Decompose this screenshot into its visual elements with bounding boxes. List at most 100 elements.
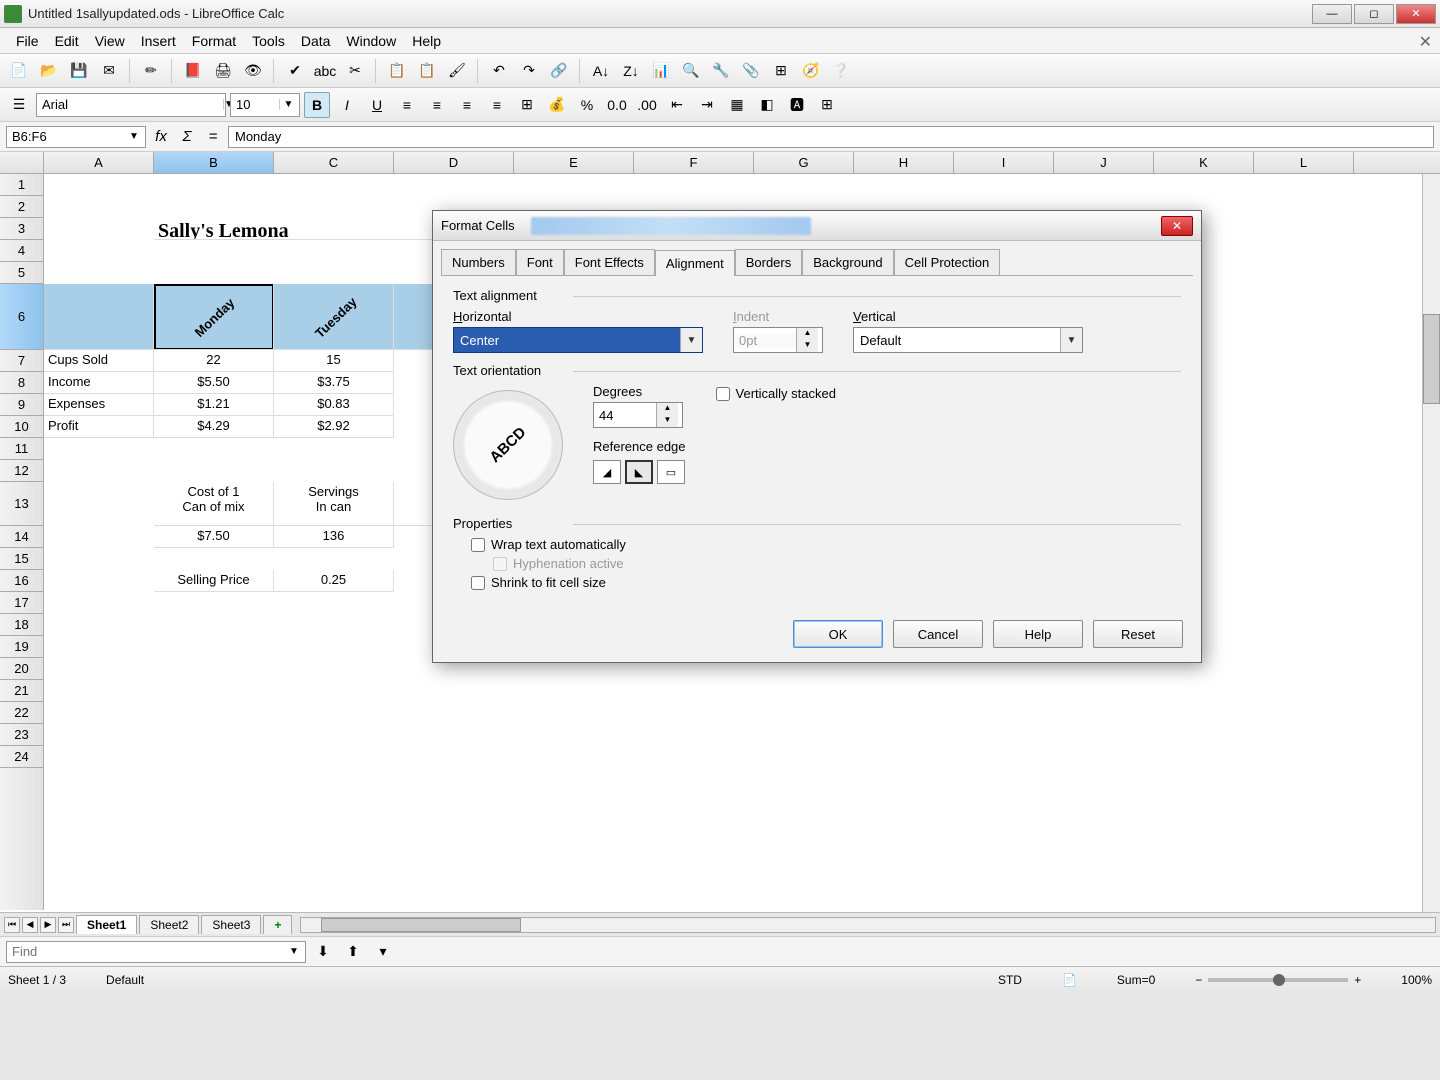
toolbar-button-13[interactable]: 🖌 xyxy=(444,58,470,84)
menu-edit[interactable]: Edit xyxy=(47,30,87,52)
format-button-6[interactable]: ≡ xyxy=(484,92,510,118)
font-size-dropdown[interactable]: ▼ xyxy=(279,99,297,110)
toolbar-button-2[interactable]: 💾 xyxy=(66,58,92,84)
toolbar-button-22[interactable]: 📎 xyxy=(738,58,764,84)
toolbar-button-24[interactable]: 🧭 xyxy=(798,58,824,84)
column-header-C[interactable]: C xyxy=(274,152,394,173)
dialog-tab-cell-protection[interactable]: Cell Protection xyxy=(894,249,1001,275)
column-header-K[interactable]: K xyxy=(1154,152,1254,173)
horizontal-select[interactable]: Center▼ xyxy=(453,327,703,353)
ref-edge-lower[interactable]: ◢ xyxy=(593,460,621,484)
format-button-2[interactable]: U xyxy=(364,92,390,118)
row-header-8[interactable]: 8 xyxy=(0,372,43,394)
column-header-A[interactable]: A xyxy=(44,152,154,173)
cell-C6[interactable]: Tuesday xyxy=(274,284,394,350)
last-sheet-button[interactable]: ⏭ xyxy=(58,917,74,933)
row-header-13[interactable]: 13 xyxy=(0,482,43,526)
toolbar-button-20[interactable]: 🔍 xyxy=(678,58,704,84)
column-header-E[interactable]: E xyxy=(514,152,634,173)
vertical-select[interactable]: Default▼ xyxy=(853,327,1083,353)
cell-C16[interactable]: 0.25 xyxy=(274,570,394,592)
row-header-9[interactable]: 9 xyxy=(0,394,43,416)
cancel-button[interactable]: Cancel xyxy=(893,620,983,648)
degrees-down[interactable]: ▼ xyxy=(657,415,678,427)
cell-A8[interactable]: Income xyxy=(44,372,154,394)
toolbar-button-16[interactable]: 🔗 xyxy=(546,58,572,84)
format-button-5[interactable]: ≡ xyxy=(454,92,480,118)
toolbar-button-15[interactable]: ↷ xyxy=(516,58,542,84)
format-button-7[interactable]: ⊞ xyxy=(514,92,540,118)
column-header-F[interactable]: F xyxy=(634,152,754,173)
sheet-tab-1[interactable]: Sheet1 xyxy=(76,915,137,934)
row-header-17[interactable]: 17 xyxy=(0,592,43,614)
toolbar-button-7[interactable]: 👁 xyxy=(240,58,266,84)
next-sheet-button[interactable]: ▶ xyxy=(40,917,56,933)
row-header-19[interactable]: 19 xyxy=(0,636,43,658)
column-header-J[interactable]: J xyxy=(1054,152,1154,173)
font-size-combo[interactable]: ▼ xyxy=(230,93,300,117)
font-name-combo[interactable]: ▼ xyxy=(36,93,226,117)
equals-button[interactable]: = xyxy=(202,126,224,148)
fx-button[interactable]: fx xyxy=(150,126,172,148)
format-button-11[interactable]: .00 xyxy=(634,92,660,118)
first-sheet-button[interactable]: ⏮ xyxy=(4,917,20,933)
row-header-12[interactable]: 12 xyxy=(0,460,43,482)
dialog-titlebar[interactable]: Format Cells ✕ xyxy=(433,211,1201,241)
row-header-14[interactable]: 14 xyxy=(0,526,43,548)
cell-reference-input[interactable] xyxy=(7,129,125,144)
format-button-12[interactable]: ⇤ xyxy=(664,92,690,118)
row-header-18[interactable]: 18 xyxy=(0,614,43,636)
status-zoom[interactable]: 100% xyxy=(1401,973,1432,987)
row-header-7[interactable]: 7 xyxy=(0,350,43,372)
vertical-scrollbar[interactable] xyxy=(1422,174,1440,912)
cell-A6[interactable] xyxy=(44,284,154,350)
cell-C14[interactable]: 136 xyxy=(274,526,394,548)
toolbar-button-6[interactable]: 🖨 xyxy=(210,58,236,84)
format-button-13[interactable]: ⇥ xyxy=(694,92,720,118)
menu-file[interactable]: File xyxy=(8,30,47,52)
row-header-4[interactable]: 4 xyxy=(0,240,43,262)
ref-edge-upper[interactable]: ◣ xyxy=(625,460,653,484)
help-button[interactable]: Help xyxy=(993,620,1083,648)
cell-C8[interactable]: $3.75 xyxy=(274,372,394,394)
column-header-D[interactable]: D xyxy=(394,152,514,173)
ref-edge-inside[interactable]: ▭ xyxy=(657,460,685,484)
cell-A9[interactable]: Expenses xyxy=(44,394,154,416)
column-header-H[interactable]: H xyxy=(854,152,954,173)
cell-reference-box[interactable]: ▼ xyxy=(6,126,146,148)
column-header-B[interactable]: B xyxy=(154,152,274,173)
row-header-5[interactable]: 5 xyxy=(0,262,43,284)
toolbar-button-10[interactable]: ✂ xyxy=(342,58,368,84)
find-dropdown[interactable]: ▼ xyxy=(285,946,303,957)
format-button-10[interactable]: 0.0 xyxy=(604,92,630,118)
toolbar-button-17[interactable]: A↓ xyxy=(588,58,614,84)
close-doc-button[interactable]: ✕ xyxy=(1419,32,1432,52)
degrees-up[interactable]: ▲ xyxy=(657,403,678,415)
dialog-tab-font[interactable]: Font xyxy=(516,249,564,275)
dialog-tab-font-effects[interactable]: Font Effects xyxy=(564,249,655,275)
dialog-tab-numbers[interactable]: Numbers xyxy=(441,249,516,275)
toolbar-button-25[interactable]: ❔ xyxy=(828,58,854,84)
cell-B7[interactable]: 22 xyxy=(154,350,274,372)
shrink-checkbox[interactable] xyxy=(471,576,485,590)
cell-B9[interactable]: $1.21 xyxy=(154,394,274,416)
menu-help[interactable]: Help xyxy=(404,30,449,52)
row-header-16[interactable]: 16 xyxy=(0,570,43,592)
close-button[interactable]: ✕ xyxy=(1396,4,1436,24)
format-button-9[interactable]: % xyxy=(574,92,600,118)
find-options-button[interactable]: ▾ xyxy=(370,939,396,965)
ok-button[interactable]: OK xyxy=(793,620,883,648)
toolbar-button-18[interactable]: Z↓ xyxy=(618,58,644,84)
cell-B14[interactable]: $7.50 xyxy=(154,526,274,548)
row-header-1[interactable]: 1 xyxy=(0,174,43,196)
toolbar-button-9[interactable]: abc xyxy=(312,58,338,84)
formula-input[interactable] xyxy=(228,126,1434,148)
toolbar-button-5[interactable]: 📕 xyxy=(180,58,206,84)
vertically-stacked-checkbox[interactable] xyxy=(716,387,730,401)
cell-A10[interactable]: Profit xyxy=(44,416,154,438)
zoom-out-icon[interactable]: − xyxy=(1195,973,1202,987)
find-next-button[interactable]: ⬇ xyxy=(310,939,336,965)
toolbar-button-3[interactable]: ✉ xyxy=(96,58,122,84)
row-header-21[interactable]: 21 xyxy=(0,680,43,702)
degrees-spinner[interactable]: ▲▼ xyxy=(593,402,683,428)
